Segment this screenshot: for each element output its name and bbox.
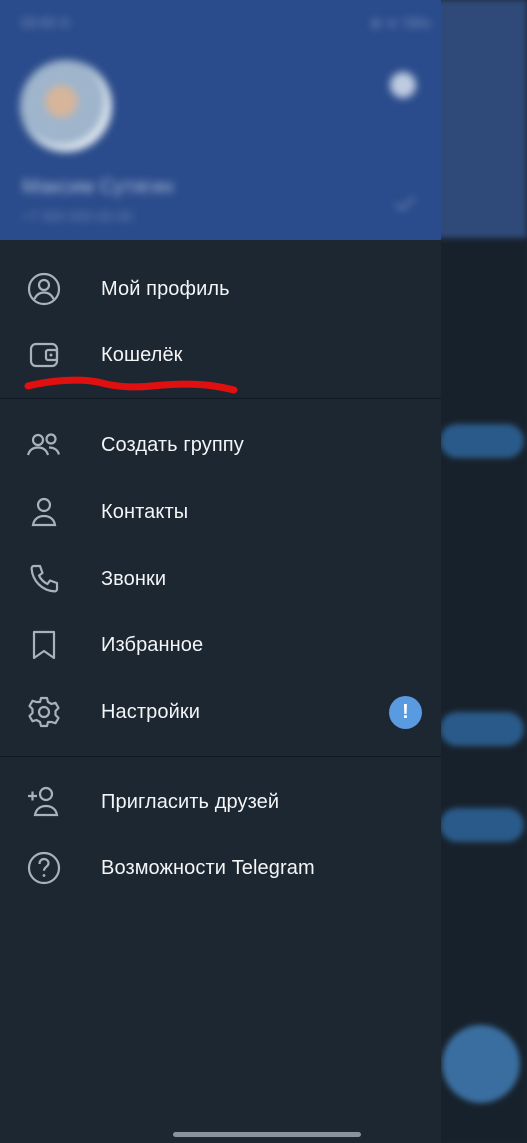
background-button [440,808,524,842]
profile-icon [24,269,64,309]
bookmark-icon [24,625,64,665]
invite-icon [24,782,64,822]
menu-label: Избранное [101,633,204,656]
settings-icon [24,692,64,732]
menu-item-calls[interactable]: Звонки [0,546,441,612]
settings-alert-badge: ! [389,695,422,729]
drawer-header: 18:43 ⊙ ⊛ ᯤ 78% Максим Сутягин +7 900 00… [0,0,441,240]
menu-item-invite[interactable]: Пригласить друзей [0,769,441,835]
divider [0,756,441,757]
background-button [440,424,524,458]
menu-item-settings[interactable]: Настройки ! [0,679,441,745]
menu-label: Звонки [101,567,167,590]
night-mode-icon[interactable] [390,72,416,98]
user-name: Максим Сутягин [22,176,174,198]
menu-label: Кошелёк [101,343,183,366]
menu-label: Создать группу [101,433,244,456]
menu-label: Контакты [101,500,189,523]
menu-item-saved[interactable]: Избранное [0,612,441,678]
divider [0,398,441,399]
status-indicators: ⊛ ᯤ 78% [370,15,431,31]
contact-icon [24,492,64,532]
compose-fab[interactable] [442,1025,520,1103]
avatar[interactable] [20,60,112,152]
menu-item-features[interactable]: Возможности Telegram [0,835,441,901]
chevron-down-icon[interactable] [395,191,415,211]
background-button [440,712,524,746]
help-icon [24,848,64,888]
menu-label: Мой профиль [101,277,230,300]
menu-item-new-group[interactable]: Создать группу [0,412,441,478]
menu-label: Пригласить друзей [101,790,280,813]
menu-label: Настройки [101,700,200,723]
red-underline-annotation [24,376,238,394]
home-indicator[interactable] [173,1132,361,1137]
status-time: 18:43 ⊙ [20,14,71,30]
menu-item-contacts[interactable]: Контакты [0,479,441,545]
navigation-drawer: 18:43 ⊙ ⊛ ᯤ 78% Максим Сутягин +7 900 00… [0,0,441,1143]
group-icon [24,425,64,465]
wallet-icon [24,335,64,375]
user-phone: +7 900 000-00-00 [22,208,133,224]
menu-label: Возможности Telegram [101,856,315,879]
menu-item-profile[interactable]: Мой профиль [0,256,441,322]
phone-icon [24,559,64,599]
